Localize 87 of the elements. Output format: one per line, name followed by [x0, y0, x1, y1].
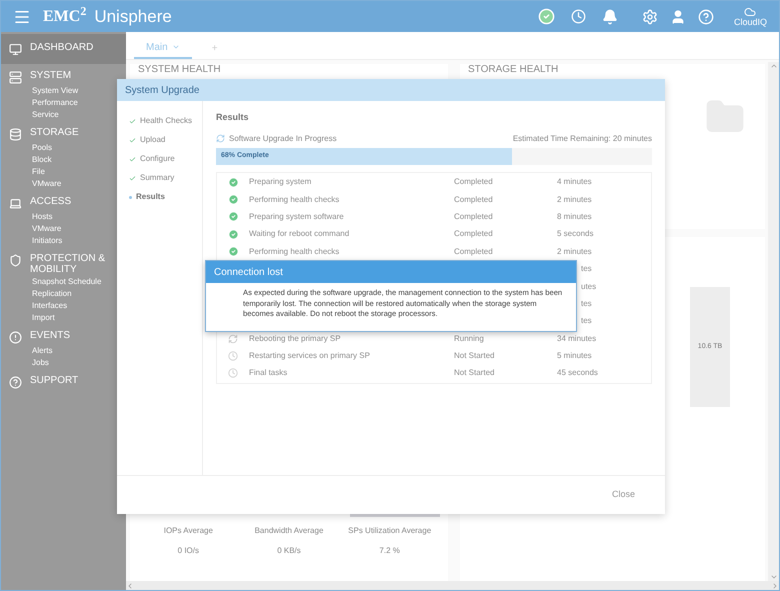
stat-label: SPs Utilization Average: [347, 525, 432, 537]
scroll-up-icon[interactable]: [770, 62, 778, 70]
bell-icon[interactable]: [602, 8, 618, 24]
section-icon: [9, 128, 22, 141]
wizard-step[interactable]: Configure: [129, 153, 202, 165]
task-name: Restarting services on primary SP: [249, 350, 371, 362]
user-icon[interactable]: [670, 8, 686, 24]
task-duration: tes: [581, 298, 592, 310]
task-name: Rebooting the primary SP: [249, 332, 342, 345]
nav-section[interactable]: PROTECTION & MOBILITY: [1, 247, 126, 276]
clock-icon: [228, 368, 238, 378]
check-circle-icon: [228, 176, 238, 188]
scroll-left-icon[interactable]: [126, 582, 134, 590]
bullet-icon: [129, 196, 132, 198]
nav-section[interactable]: EVENTS: [1, 324, 126, 345]
nav-section[interactable]: STORAGE: [1, 121, 126, 142]
check-circle-icon: [228, 194, 238, 206]
stat-value: 7.2 %: [378, 545, 401, 557]
task-duration: tes: [581, 263, 592, 276]
check-icon: [129, 174, 136, 182]
task-status: Completed: [454, 246, 494, 258]
task-duration: 2 minutes: [557, 194, 592, 206]
nav-section[interactable]: ACCESS: [1, 190, 126, 211]
check-circle-icon: [228, 228, 238, 240]
task-duration: 45 seconds: [557, 367, 598, 380]
horizontal-scrollbar[interactable]: [126, 581, 779, 590]
clock-icon: [228, 351, 238, 362]
help-icon[interactable]: [698, 8, 714, 24]
task-status: Not Started: [454, 367, 496, 380]
section-icon: [9, 43, 22, 56]
check-circle-icon: [228, 211, 238, 222]
vertical-scrollbar[interactable]: [768, 62, 779, 581]
app-name: Unisphere: [94, 6, 172, 28]
time-remaining: Estimated Time Remaining: 20 minutes: [512, 132, 652, 144]
stat-value: 0 KB/s: [276, 545, 302, 557]
section-icon: [9, 331, 22, 344]
task-name: Preparing system software: [249, 210, 345, 223]
check-icon: [129, 136, 136, 144]
nav-section[interactable]: SUPPORT: [1, 369, 126, 390]
task-duration: 5 seconds: [557, 228, 594, 240]
refresh-icon: [216, 134, 225, 143]
stat-value: 0 IO/s: [176, 545, 200, 557]
progress-title: Software Upgrade In Progress: [229, 132, 337, 144]
task-duration: 4 minutes: [557, 176, 592, 188]
task-name: Waiting for reboot command: [249, 228, 350, 240]
section-icon: [9, 376, 22, 389]
nav-section[interactable]: SYSTEM: [1, 64, 126, 85]
task-duration: 34 minutes: [557, 332, 596, 345]
tab[interactable]: +: [200, 37, 230, 59]
scroll-down-icon[interactable]: [770, 573, 778, 581]
check-icon: [129, 118, 136, 124]
wizard-step[interactable]: Summary: [129, 172, 202, 184]
nav-section[interactable]: DASHBOARD: [1, 34, 126, 64]
cloud-icon: [744, 6, 756, 18]
section-icon: [9, 197, 22, 210]
check-circle-icon[interactable]: [538, 8, 555, 25]
check-circle-icon: [228, 246, 238, 258]
task-name: Preparing system: [249, 176, 312, 188]
task-duration: 2 minutes: [557, 246, 592, 258]
clock-icon[interactable]: [570, 9, 586, 24]
wizard-step[interactable]: Results: [129, 191, 202, 203]
task-duration: tes: [581, 315, 592, 328]
section-icon: [9, 254, 22, 267]
stat-label: IOPs Average: [162, 525, 214, 537]
tab[interactable]: Main: [134, 37, 192, 59]
task-duration: utes: [581, 280, 596, 293]
wizard-step[interactable]: Health Checks: [129, 115, 202, 127]
task-duration: 8 minutes: [557, 210, 592, 223]
section-icon: [9, 71, 22, 84]
settings-icon[interactable]: [642, 8, 658, 24]
task-name: Performing health checks: [249, 194, 340, 206]
task-status: Not Started: [454, 350, 496, 362]
task-name: Performing health checks: [249, 246, 340, 258]
caret-icon: [172, 43, 180, 51]
task-status: Running: [454, 332, 485, 345]
task-duration: 5 minutes: [557, 350, 592, 362]
task-status: Completed: [454, 228, 494, 240]
wizard-step[interactable]: Upload: [129, 134, 202, 146]
task-name: Final tasks: [249, 367, 288, 380]
scroll-right-icon[interactable]: [771, 582, 779, 590]
cloudiq-button[interactable]: CloudIQ: [734, 6, 767, 27]
section-heading: Results: [216, 111, 250, 124]
dialog-title: Connection lost: [214, 266, 283, 280]
stat-label: Bandwidth Average: [254, 525, 324, 537]
check-icon: [129, 156, 136, 162]
spinner-icon: [228, 334, 238, 344]
logo: EMC$^{2}$: [43, 4, 86, 26]
